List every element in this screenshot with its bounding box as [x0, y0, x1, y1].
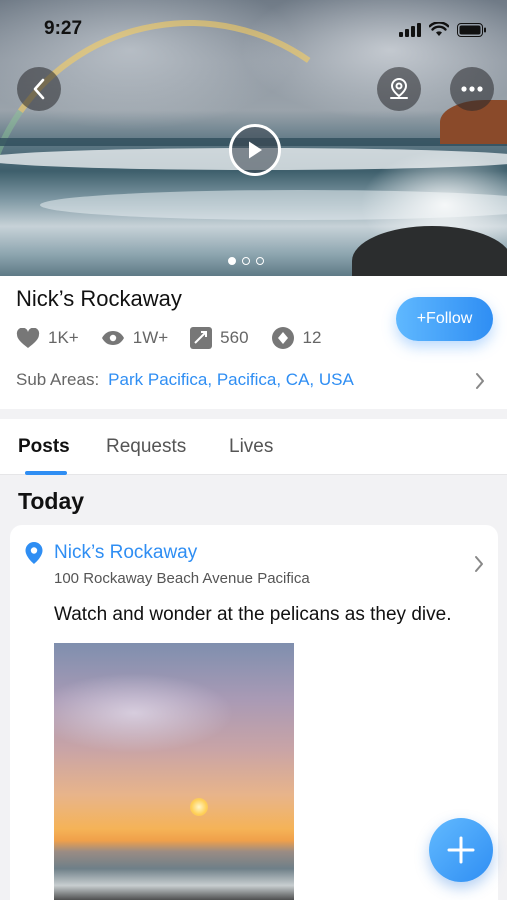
subareas-row[interactable]: Sub Areas: Park Pacifica, Pacifica, CA, … — [16, 370, 354, 390]
heart-icon — [16, 327, 40, 348]
tab-lives[interactable]: Lives — [229, 436, 273, 458]
signal-icon — [399, 22, 421, 37]
carousel-dot[interactable] — [228, 257, 236, 265]
play-button[interactable] — [229, 124, 281, 176]
place-title: Nick’s Rockaway — [16, 286, 182, 311]
play-icon — [249, 141, 262, 159]
subareas-link[interactable]: Park Pacifica, Pacifica, CA, USA — [108, 370, 354, 390]
section-title: Today — [18, 488, 85, 514]
post-card[interactable]: Nick’s Rockaway 100 Rockaway Beach Avenu… — [10, 525, 498, 900]
carousel-dot[interactable] — [256, 257, 264, 265]
plus-icon — [447, 836, 475, 864]
location-pin-icon — [25, 542, 43, 564]
carousel-dot[interactable] — [242, 257, 250, 265]
chevron-right-icon[interactable] — [474, 555, 484, 573]
stat-checkins-value: 12 — [302, 328, 322, 347]
stat-views: 1W+ — [101, 328, 168, 348]
place-stats: 1K+ 1W+ 560 12 — [16, 326, 343, 350]
post-photo[interactable] — [54, 643, 294, 900]
photo-sun — [190, 798, 208, 816]
more-button[interactable] — [450, 67, 494, 111]
follow-button[interactable]: +Follow — [396, 297, 493, 341]
stat-posts-value: 560 — [220, 328, 249, 347]
map-button[interactable] — [377, 67, 421, 111]
post-location[interactable]: Nick’s Rockaway — [24, 541, 197, 565]
stat-likes-value: 1K+ — [48, 328, 79, 347]
eye-icon — [101, 331, 124, 345]
post-text: Watch and wonder at the pelicans as they… — [54, 604, 452, 625]
tab-requests[interactable]: Requests — [106, 436, 186, 458]
map-pin-icon — [390, 77, 408, 99]
checkin-icon — [271, 327, 294, 349]
post-icon — [190, 327, 213, 349]
battery-icon — [457, 22, 486, 37]
add-post-button[interactable] — [429, 818, 493, 882]
more-dots-icon — [461, 86, 483, 92]
carousel-dots — [228, 257, 264, 265]
status-time: 9:27 — [44, 18, 83, 39]
chevron-right-icon[interactable] — [475, 372, 485, 390]
post-location-name[interactable]: Nick’s Rockaway — [54, 542, 197, 564]
post-address: 100 Rockaway Beach Avenue Pacifica — [54, 570, 310, 587]
hero-media[interactable]: 9:27 — [0, 0, 507, 276]
stat-posts: 560 — [190, 327, 249, 349]
place-info: Nick’s Rockaway 1K+ 1W+ 560 12 +Follow S… — [0, 276, 507, 409]
tab-active-indicator — [25, 471, 67, 475]
photo-cloud — [54, 673, 234, 753]
chevron-left-icon — [33, 78, 45, 100]
wifi-icon — [429, 22, 449, 36]
status-icons — [399, 22, 487, 37]
stat-views-value: 1W+ — [132, 328, 169, 347]
subareas-label: Sub Areas: — [16, 370, 100, 389]
stat-likes[interactable]: 1K+ — [16, 327, 79, 349]
tab-bar: Posts Requests Lives — [0, 419, 507, 475]
tab-posts[interactable]: Posts — [18, 436, 70, 458]
back-button[interactable] — [17, 67, 61, 111]
status-bar: 9:27 — [0, 0, 507, 60]
stat-checkins: 12 — [271, 326, 322, 350]
